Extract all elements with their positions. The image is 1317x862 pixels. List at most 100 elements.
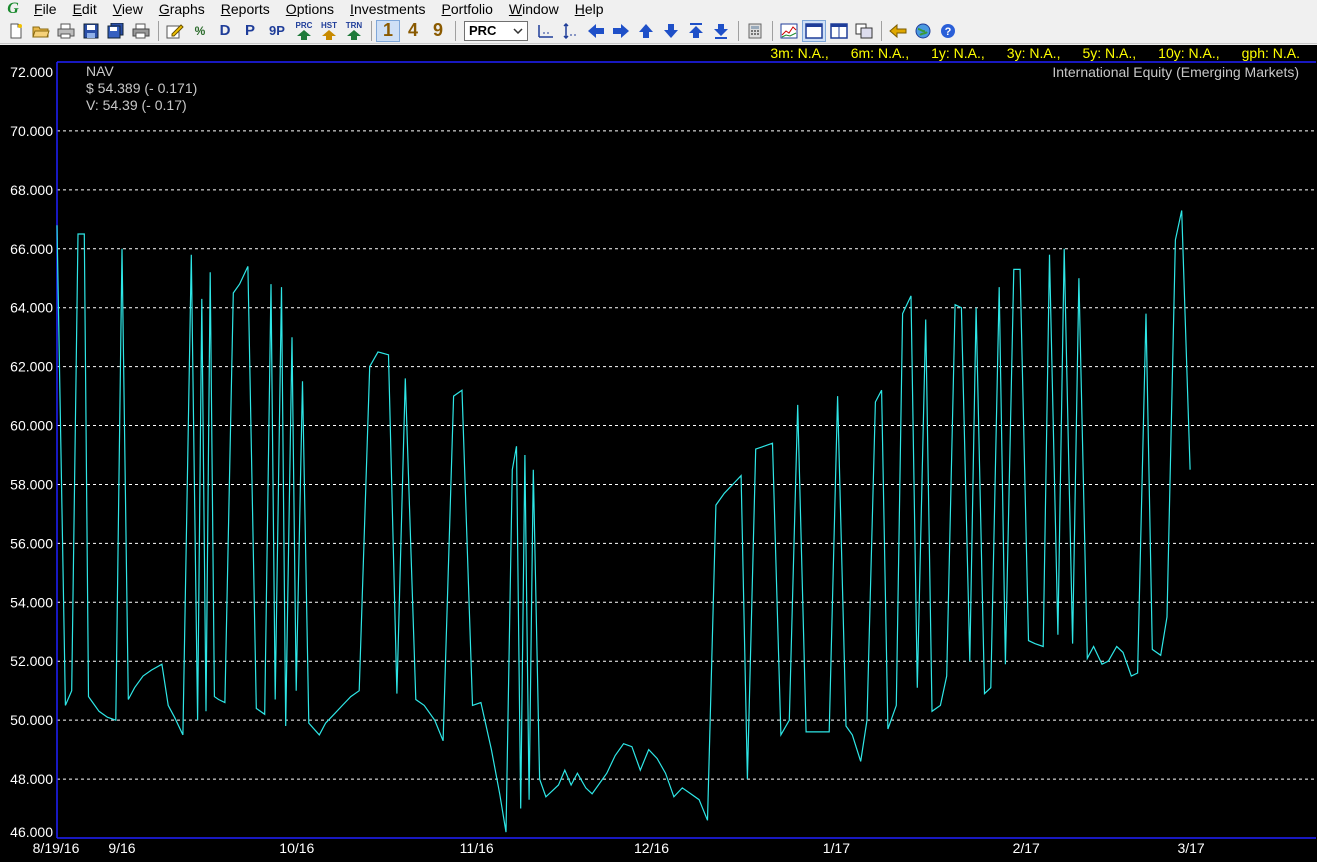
toolbar-separator	[738, 20, 739, 41]
y-tick-label: 64.000	[10, 300, 53, 316]
chevron-down-icon	[513, 27, 523, 34]
period-9-button[interactable]: 9	[426, 20, 450, 42]
x-tick-label: 11/16	[460, 840, 494, 856]
up-arrow-icon	[347, 29, 361, 40]
category-label: International Equity (Emerging Markets)	[1052, 64, 1299, 80]
calculator-icon[interactable]	[743, 20, 767, 42]
period-4-button[interactable]: 4	[401, 20, 425, 42]
series-label: NAV	[86, 63, 114, 79]
period-1-button[interactable]: 1	[376, 19, 400, 42]
menu-view[interactable]: View	[105, 1, 151, 17]
y-tick-label: 68.000	[10, 182, 53, 198]
y-tick-label: 56.000	[10, 535, 53, 551]
y-axis-ticks: 72.000 70.000 68.000 66.000 64.000 62.000 60.0…	[10, 64, 53, 840]
menu-items: File Edit View Graphs Reports Options Investme…	[26, 1, 612, 17]
zoom-vertical-icon[interactable]	[559, 20, 583, 42]
percent-dollar-icon[interactable]: %	[188, 20, 212, 42]
chart-axes	[56, 61, 1316, 839]
split-window-icon[interactable]	[827, 20, 851, 42]
menu-file[interactable]: File	[26, 1, 65, 17]
y-tick-label: 52.000	[10, 653, 53, 669]
help-icon[interactable]: ?	[936, 20, 960, 42]
menu-portfolio[interactable]: Portfolio	[434, 1, 501, 17]
series-type-select[interactable]: PRC	[464, 20, 528, 41]
nine-p-button-label: 9P	[269, 23, 285, 38]
svg-text:?: ?	[945, 26, 952, 38]
arrow-down-icon[interactable]	[659, 20, 683, 42]
trn-button-label: TRN	[345, 20, 363, 30]
arrow-up-icon[interactable]	[634, 20, 658, 42]
open-folder-icon[interactable]	[29, 20, 53, 42]
menu-label-rest: dit	[81, 0, 97, 17]
y-tick-label: 48.000	[10, 771, 53, 787]
prc-button[interactable]: PRC	[292, 20, 316, 42]
line-chart-icon[interactable]	[777, 20, 801, 42]
y-tick-label: 50.000	[10, 712, 53, 728]
price-readout: $ 54.389 (- 0.171)	[86, 80, 197, 96]
nine-p-button[interactable]: 9P	[263, 20, 291, 42]
menu-bar: G File Edit View Graphs Reports Options Invest…	[0, 0, 1317, 17]
y-tick-label: 54.000	[10, 594, 53, 610]
menu-accelerator: F	[34, 0, 43, 17]
menu-edit[interactable]: Edit	[65, 1, 105, 17]
period-9-label: 9	[432, 20, 443, 40]
arrow-left-icon[interactable]	[584, 20, 608, 42]
y-tick-label: 62.000	[10, 359, 53, 375]
menu-accelerator: R	[220, 0, 231, 17]
menu-label-rest: indow	[522, 0, 559, 17]
menu-accelerator: P	[441, 0, 451, 17]
x-tick-label: 10/16	[279, 840, 314, 856]
edit-notes-icon[interactable]	[163, 20, 187, 42]
menu-graphs[interactable]: Graphs	[151, 1, 213, 17]
menu-label-rest: ile	[42, 0, 57, 17]
toolbar-separator	[371, 20, 372, 41]
save-icon[interactable]	[79, 20, 103, 42]
menu-accelerator: E	[72, 0, 82, 17]
menu-help[interactable]: Help	[567, 1, 612, 17]
p-button[interactable]: P	[238, 20, 262, 42]
toolbar-separator	[881, 20, 882, 41]
nav-series-line	[56, 210, 1191, 833]
trn-button[interactable]: TRN	[342, 20, 366, 42]
x-axis-ticks: 8/19/16 9/16 10/16 11/16 12/16 1/17 2/17 3/17	[33, 840, 1205, 856]
x-tick-label: 9/16	[108, 840, 135, 856]
globe-icon[interactable]	[911, 20, 935, 42]
menu-reports[interactable]: Reports	[213, 1, 278, 17]
menu-accelerator: O	[285, 0, 297, 17]
hst-button-label: HST	[321, 20, 337, 30]
d-button[interactable]: D	[213, 20, 237, 42]
menu-label-rest: ortfolio	[450, 0, 493, 17]
y-tick-label: 60.000	[10, 418, 53, 434]
print-icon[interactable]	[129, 20, 153, 42]
menu-accelerator: H	[574, 0, 585, 17]
x-tick-label: 1/17	[823, 840, 850, 856]
print-setup-icon[interactable]	[54, 20, 78, 42]
hst-button[interactable]: HST	[317, 20, 341, 42]
y-tick-label: 66.000	[10, 241, 53, 257]
value-readout: V: 54.39 (- 0.17)	[86, 97, 187, 113]
x-tick-label: 2/17	[1013, 840, 1040, 856]
menu-investments[interactable]: Investments	[342, 1, 433, 17]
toolbar-separator	[158, 20, 159, 41]
new-file-icon[interactable]	[4, 20, 28, 42]
arrow-right-icon[interactable]	[609, 20, 633, 42]
up-arrow-icon	[297, 29, 311, 40]
up-arrow-icon	[322, 29, 336, 40]
period-1-label: 1	[382, 20, 393, 40]
price-chart[interactable]: 72.000 70.000 68.000 66.000 64.000 62.000 60.0…	[0, 45, 1317, 862]
menu-label-rest: elp	[584, 0, 604, 17]
zoom-horizontal-icon[interactable]	[534, 20, 558, 42]
arrow-down-bottom-icon[interactable]	[709, 20, 733, 42]
single-window-icon[interactable]	[802, 19, 826, 42]
p-button-label: P	[244, 22, 255, 39]
exit-arrow-icon[interactable]	[886, 20, 910, 42]
arrow-up-top-icon[interactable]	[684, 20, 708, 42]
menu-accelerator: V	[112, 0, 122, 17]
y-tick-label: 70.000	[10, 123, 53, 139]
copy-window-icon[interactable]	[852, 20, 876, 42]
menu-window[interactable]: Window	[501, 1, 567, 17]
x-tick-label: 12/16	[634, 840, 669, 856]
menu-options[interactable]: Options	[278, 1, 342, 17]
menu-label-rest: nvestments	[353, 0, 426, 17]
save-all-icon[interactable]	[104, 20, 128, 42]
